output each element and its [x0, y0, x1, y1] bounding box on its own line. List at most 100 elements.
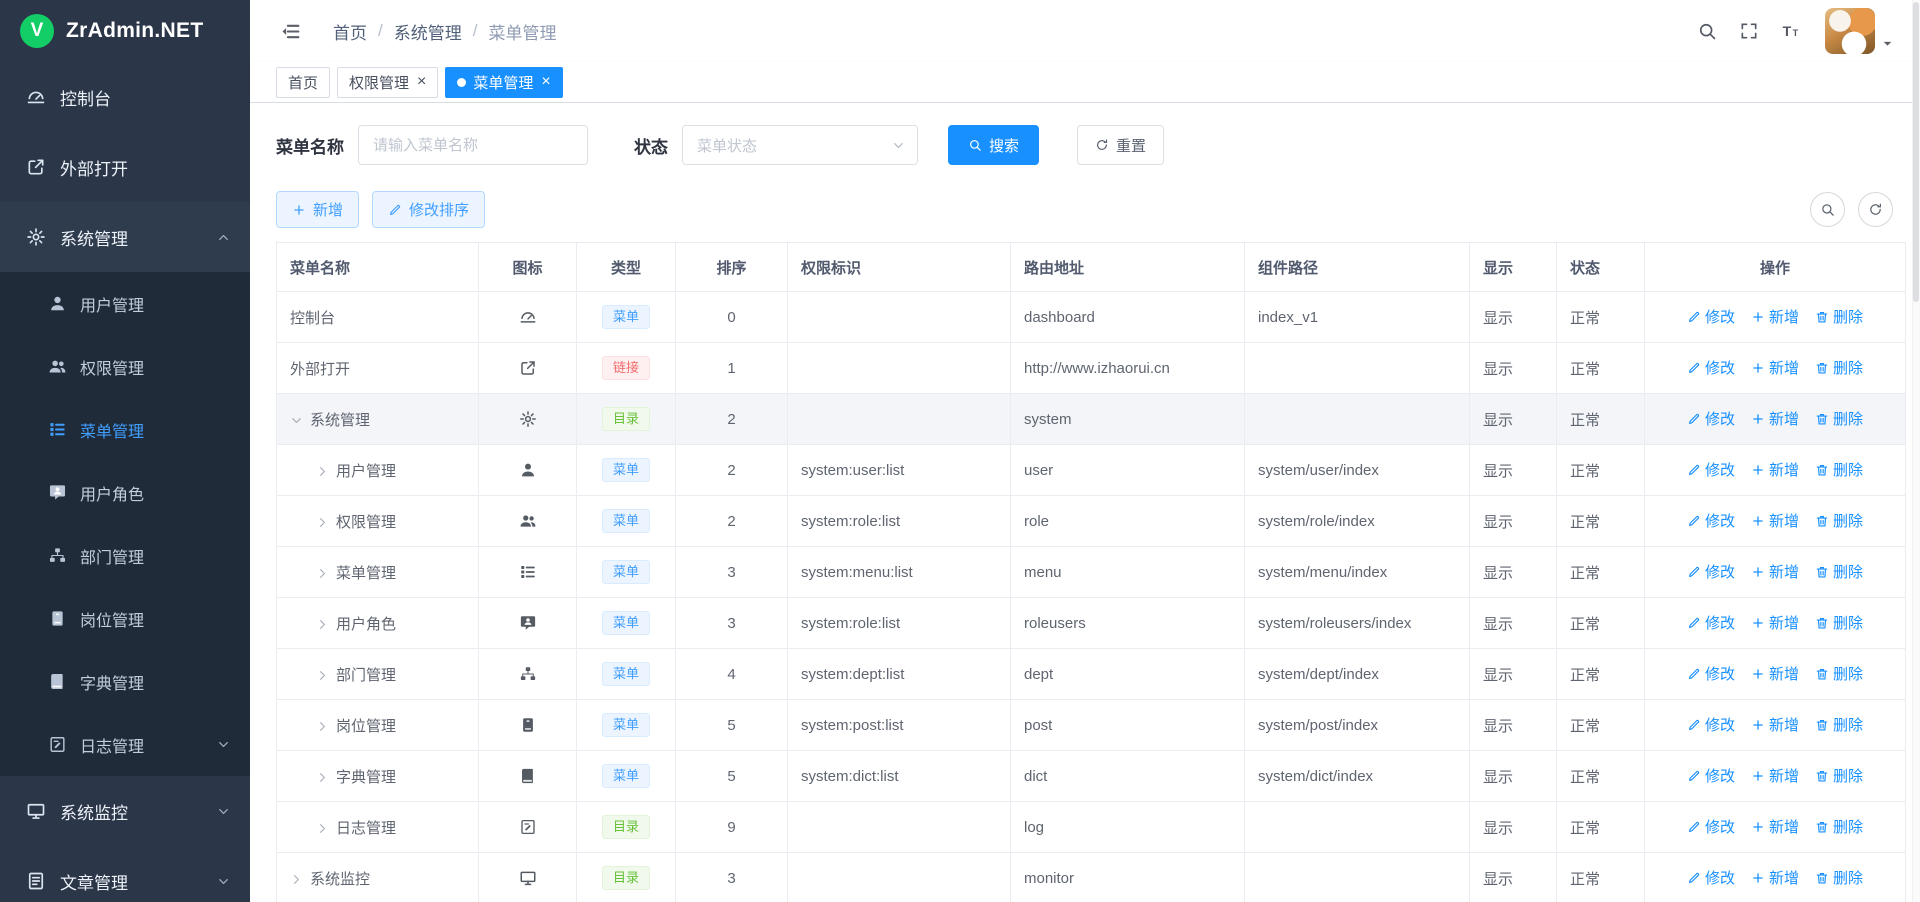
chevron-right-icon[interactable]: [316, 618, 329, 631]
chevron-right-icon[interactable]: [316, 720, 329, 733]
chevron-right-icon[interactable]: [316, 771, 329, 784]
chevron-right-icon[interactable]: [290, 873, 303, 886]
type-tag: 目录: [602, 407, 650, 431]
route-cell: roleusers: [1011, 598, 1245, 649]
tab-menu-management[interactable]: 菜单管理×: [445, 67, 562, 98]
delete-icon: [1815, 412, 1829, 426]
sidebar-item-role-management[interactable]: 权限管理: [0, 335, 250, 398]
row-add-link[interactable]: 新增: [1751, 714, 1799, 735]
chevron-right-icon[interactable]: [316, 669, 329, 682]
sidebar-item-console[interactable]: 控制台: [0, 62, 250, 132]
row-edit-link[interactable]: 修改: [1687, 816, 1735, 837]
chevron-right-icon[interactable]: [316, 567, 329, 580]
row-edit-link[interactable]: 修改: [1687, 663, 1735, 684]
row-edit-link[interactable]: 修改: [1687, 459, 1735, 480]
row-add-link[interactable]: 新增: [1751, 561, 1799, 582]
sidebar-toggle-button[interactable]: [276, 17, 305, 46]
row-delete-link[interactable]: 删除: [1815, 408, 1863, 429]
sort-button[interactable]: 修改排序: [372, 191, 485, 228]
tab-role-management[interactable]: 权限管理×: [337, 67, 438, 98]
sidebar-item-external-open[interactable]: 外部打开: [0, 132, 250, 202]
chevron-right-icon[interactable]: [316, 516, 329, 529]
actions-cell: 修改新增删除: [1645, 292, 1906, 343]
sidebar-item-user-role[interactable]: 用户角色: [0, 461, 250, 524]
scrollbar-thumb[interactable]: [1913, 2, 1919, 302]
status-select-placeholder: 菜单状态: [697, 135, 757, 156]
actions-cell: 修改新增删除: [1645, 598, 1906, 649]
row-edit-link[interactable]: 修改: [1687, 867, 1735, 888]
status-select[interactable]: 菜单状态: [682, 125, 918, 165]
page-scrollbar[interactable]: [1912, 0, 1920, 902]
chevron-down-icon[interactable]: [290, 414, 303, 427]
menu-name-cell: 部门管理: [277, 649, 479, 700]
chevron-right-icon[interactable]: [316, 465, 329, 478]
row-delete-link[interactable]: 删除: [1815, 357, 1863, 378]
breadcrumb-item[interactable]: 首页: [333, 19, 367, 44]
row-delete-link[interactable]: 删除: [1815, 816, 1863, 837]
row-edit-link[interactable]: 修改: [1687, 510, 1735, 531]
row-add-link[interactable]: 新增: [1751, 408, 1799, 429]
table-search-toggle-button[interactable]: [1810, 192, 1845, 227]
app-logo[interactable]: V ZrAdmin.NET: [0, 0, 250, 62]
sidebar-item-menu-management[interactable]: 菜单管理: [0, 398, 250, 461]
row-delete-link[interactable]: 删除: [1815, 714, 1863, 735]
sidebar-item-user-management[interactable]: 用户管理: [0, 272, 250, 335]
column-header: 状态: [1557, 243, 1645, 292]
font-size-button[interactable]: TT: [1773, 13, 1809, 49]
row-edit-link[interactable]: 修改: [1687, 612, 1735, 633]
row-edit-link[interactable]: 修改: [1687, 561, 1735, 582]
row-delete-link[interactable]: 删除: [1815, 612, 1863, 633]
row-delete-link[interactable]: 删除: [1815, 561, 1863, 582]
row-delete-link[interactable]: 删除: [1815, 510, 1863, 531]
tab-close-icon[interactable]: ×: [417, 74, 426, 90]
perm-cell: system:role:list: [788, 598, 1011, 649]
edit-icon: [1687, 718, 1701, 732]
chevron-right-icon[interactable]: [316, 822, 329, 835]
menu-name-input[interactable]: [358, 125, 588, 165]
sidebar-item-system-management[interactable]: 系统管理: [0, 202, 250, 272]
sidebar-item-log-management[interactable]: 日志管理: [0, 713, 250, 776]
fullscreen-button[interactable]: [1731, 13, 1767, 49]
row-delete-link[interactable]: 删除: [1815, 765, 1863, 786]
row-add-link[interactable]: 新增: [1751, 306, 1799, 327]
tab-close-icon[interactable]: ×: [541, 74, 550, 90]
breadcrumb-item[interactable]: 系统管理: [394, 19, 462, 44]
row-add-link[interactable]: 新增: [1751, 510, 1799, 531]
search-button[interactable]: 搜索: [948, 125, 1039, 165]
add-button[interactable]: 新增: [276, 191, 359, 228]
gear-icon: [26, 227, 46, 247]
row-delete-link[interactable]: 删除: [1815, 306, 1863, 327]
row-delete-link[interactable]: 删除: [1815, 867, 1863, 888]
plus-icon: [1751, 361, 1765, 375]
sidebar-item-dict-management[interactable]: 字典管理: [0, 650, 250, 713]
menu-icon-cell: [479, 598, 577, 649]
tabs-bar: 首页权限管理×菜单管理×: [250, 62, 1920, 103]
row-edit-link[interactable]: 修改: [1687, 765, 1735, 786]
type-cell: 目录: [577, 853, 676, 902]
font-size-icon: TT: [1781, 21, 1801, 41]
header-search-button[interactable]: [1689, 13, 1725, 49]
sidebar-item-post-management[interactable]: 岗位管理: [0, 587, 250, 650]
sidebar-item-dept-management[interactable]: 部门管理: [0, 524, 250, 587]
tab-home[interactable]: 首页: [276, 67, 330, 98]
sidebar-item-article-management[interactable]: 文章管理: [0, 846, 250, 902]
row-add-link[interactable]: 新增: [1751, 612, 1799, 633]
row-add-link[interactable]: 新增: [1751, 867, 1799, 888]
row-edit-link[interactable]: 修改: [1687, 357, 1735, 378]
row-add-link[interactable]: 新增: [1751, 816, 1799, 837]
row-add-link[interactable]: 新增: [1751, 765, 1799, 786]
status-cell: 正常: [1557, 700, 1645, 751]
sidebar-item-system-monitor[interactable]: 系统监控: [0, 776, 250, 846]
search-icon: [968, 138, 982, 152]
user-menu[interactable]: [1825, 8, 1894, 54]
row-add-link[interactable]: 新增: [1751, 459, 1799, 480]
row-add-link[interactable]: 新增: [1751, 663, 1799, 684]
row-add-link[interactable]: 新增: [1751, 357, 1799, 378]
row-edit-link[interactable]: 修改: [1687, 714, 1735, 735]
reset-button[interactable]: 重置: [1077, 125, 1164, 165]
row-edit-link[interactable]: 修改: [1687, 306, 1735, 327]
row-delete-link[interactable]: 删除: [1815, 459, 1863, 480]
table-refresh-button[interactable]: [1858, 192, 1893, 227]
row-edit-link[interactable]: 修改: [1687, 408, 1735, 429]
row-delete-link[interactable]: 删除: [1815, 663, 1863, 684]
